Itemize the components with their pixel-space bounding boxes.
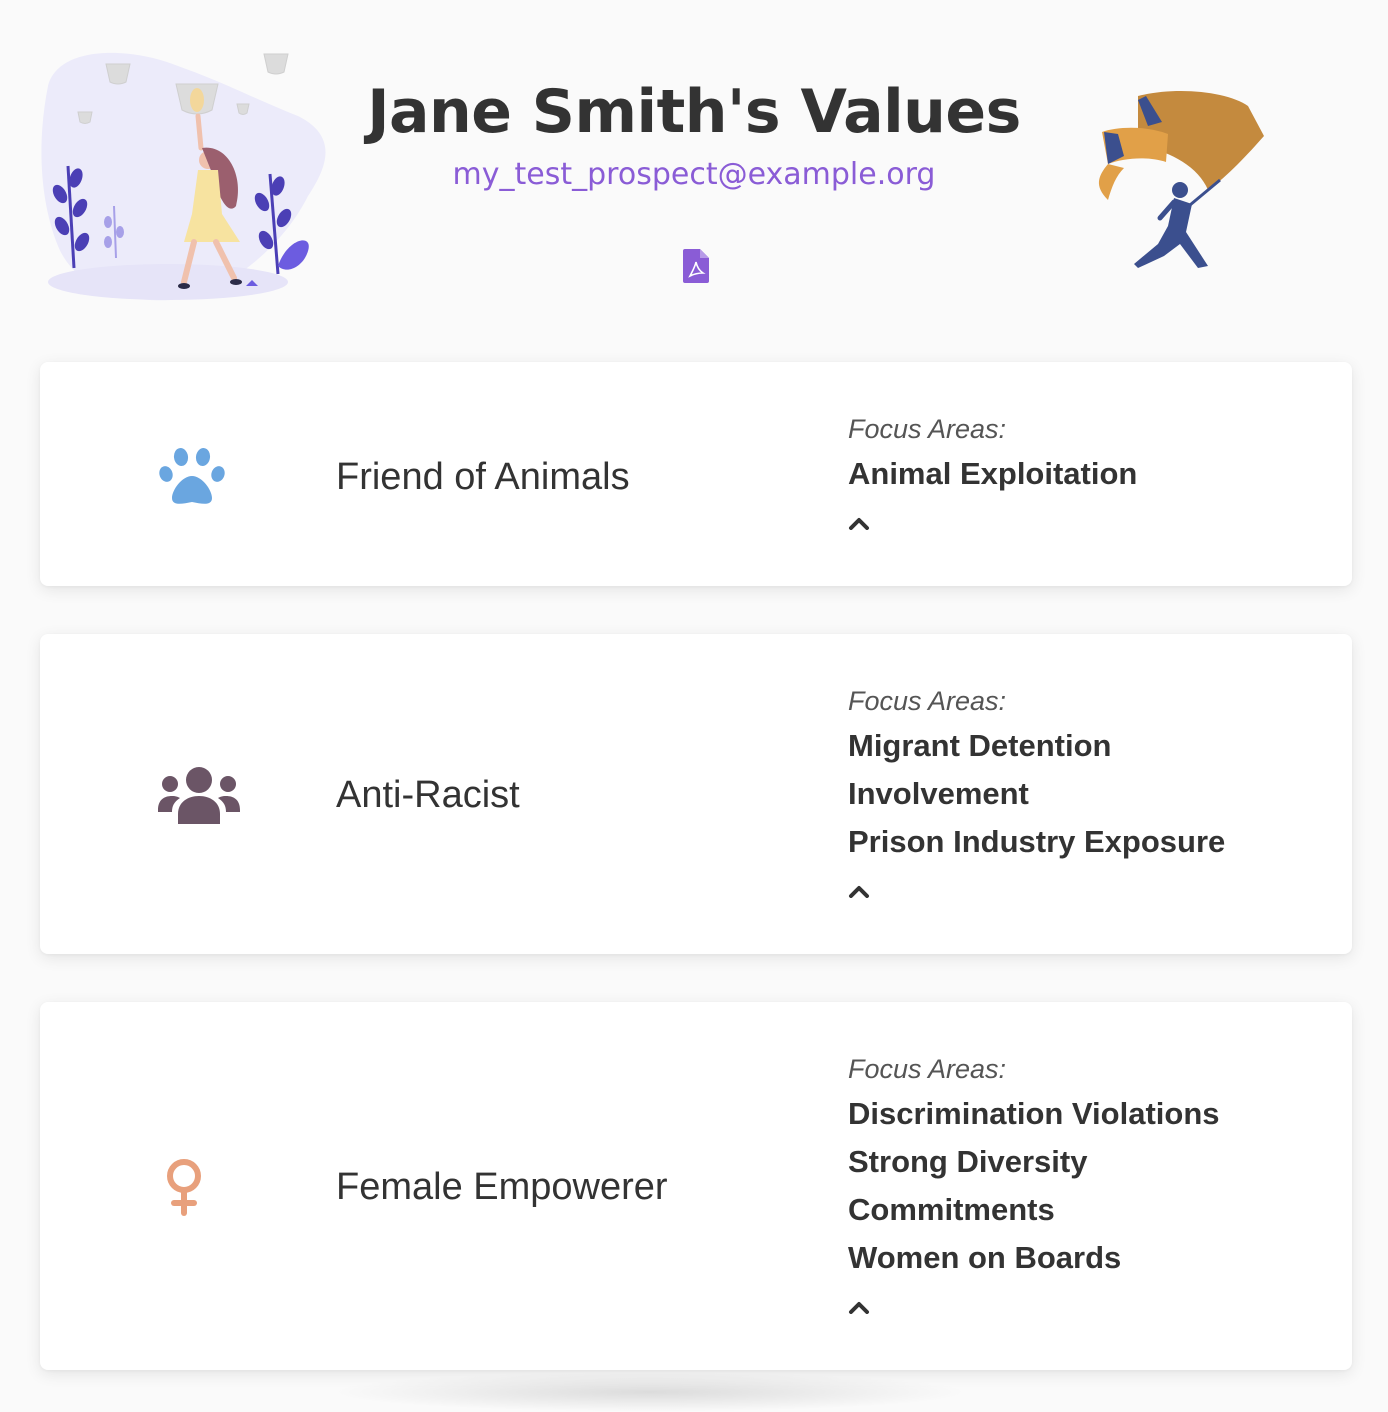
flag-waving-person-illustration [1098,91,1264,268]
value-title: Anti-Racist [336,774,520,816]
focus-area-item: Strong Diversity [848,1144,1088,1179]
paw-icon [159,448,225,504]
focus-areas-label: Focus Areas: [848,414,1007,444]
focus-areas-list: Migrant Detention Involvement Prison Ind… [848,722,1225,866]
focus-area-item: Involvement [848,776,1029,811]
focus-area-item: Animal Exploitation [848,456,1138,491]
focus-areas-label: Focus Areas: [848,686,1007,716]
focus-area-item: Discrimination Violations [848,1096,1220,1131]
users-icon [158,767,240,824]
value-title: Friend of Animals [336,456,630,498]
chevron-up-icon[interactable] [848,884,870,898]
file-pdf-icon[interactable] [683,249,709,283]
focus-areas-list: Animal Exploitation [848,450,1137,498]
footer-shadow [330,1372,970,1412]
focus-areas-list: Discrimination Violations Strong Diversi… [848,1090,1220,1282]
focus-area-item: Women on Boards [848,1240,1122,1275]
focus-area-item: Prison Industry Exposure [848,824,1226,859]
value-card-friend-of-animals: Friend of Animals Focus Areas: Animal Ex… [40,362,1352,586]
value-title: Female Empowerer [336,1166,668,1208]
value-card-anti-racist: Anti-Racist Focus Areas: Migrant Detenti… [40,634,1352,954]
chevron-up-icon[interactable] [848,1300,870,1314]
chevron-up-icon[interactable] [848,516,870,530]
focus-area-item: Migrant Detention [848,728,1112,763]
focus-areas-label: Focus Areas: [848,1054,1007,1084]
focus-area-item: Commitments [848,1192,1055,1227]
page-header: Jane Smith's Values my_test_prospect@exa… [0,0,1388,340]
value-card-female-empowerer: Female Empowerer Focus Areas: Discrimina… [40,1002,1352,1370]
venus-icon [167,1159,201,1216]
